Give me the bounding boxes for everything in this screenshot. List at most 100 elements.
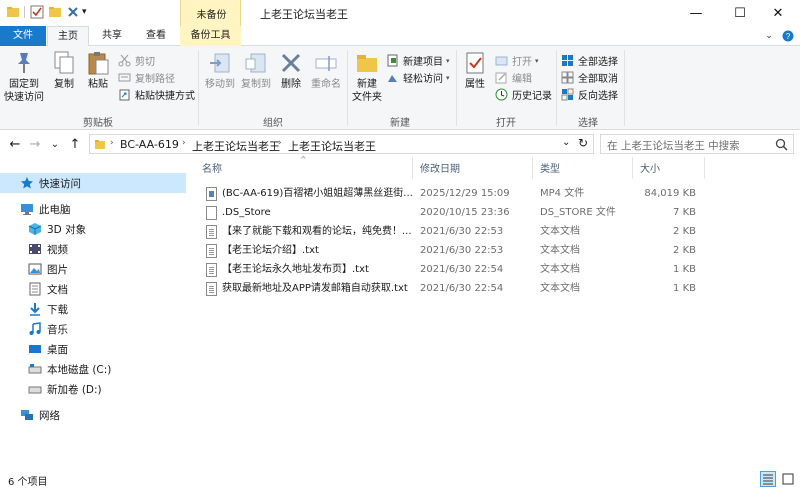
refresh-button[interactable]: ↻ [578,136,588,150]
paste-shortcut-button[interactable]: 粘贴快捷方式 [118,86,195,103]
rename-button[interactable]: 重命名 [308,50,344,91]
breadcrumb-separator-icon: › [110,138,114,148]
paste-button[interactable]: 粘贴 [82,50,114,91]
nav-item-network[interactable]: 网络 [0,405,186,425]
copy-to-button[interactable]: 复制到 [238,50,274,91]
network-icon [20,408,34,422]
move-to-button[interactable]: 移动到 [202,50,238,91]
table-row[interactable]: 【老王论坛永久地址发布页】.txt 2021/6/30 22:54 文本文档 1… [200,261,790,279]
tab-share[interactable]: 共享 [92,26,132,46]
cut-label: 剪切 [135,57,155,68]
nav-item-documents[interactable]: 文档 [0,279,186,299]
edit-button[interactable]: 编辑 [495,69,532,86]
nav-item-quick-access[interactable]: 快速访问 [0,173,186,193]
cut-button[interactable]: 剪切 [118,52,155,69]
minimize-button[interactable]: — [674,0,718,26]
address-dropdown-button[interactable]: ⌄ [562,137,570,148]
dropdown-arrow-icon[interactable]: ▾ [82,5,96,19]
column-divider[interactable] [532,157,533,179]
table-row[interactable]: (BC-AA-619)百褶裙小姐姐超薄黑丝逛街... 2025/12/29 15… [200,185,790,203]
column-header-modified[interactable]: 修改日期 [420,162,460,184]
table-row[interactable]: 【来了就能下载和观看的论坛，纯免费！... 2021/6/30 22:53 文本… [200,223,790,241]
file-size: 7 KB [673,207,696,218]
new-item-button[interactable]: 新建项目 ▾ [386,52,450,69]
file-type: 文本文档 [540,245,580,256]
history-button[interactable]: 历史记录 [495,86,552,103]
checkmark-properties-icon[interactable] [30,5,44,19]
table-row[interactable]: 【老王论坛介绍】.txt 2021/6/30 22:53 文本文档 2 KB [200,242,790,260]
breadcrumb-item[interactable]: BC-AA-619 [120,138,179,151]
breadcrumb-item[interactable]: 上老王论坛当老王 [192,138,280,154]
tab-backup-tools[interactable]: 备份工具 [180,26,241,46]
recent-locations-button[interactable]: ⌄ [46,135,64,153]
column-divider[interactable] [412,157,413,179]
delete-x-icon[interactable] [66,5,80,19]
address-row: ← → ⌄ ↑ › BC-AA-619 › 上老王论坛当老王 › 上老王论坛当老… [0,131,800,157]
tab-view[interactable]: 查看 [136,26,176,46]
caret-down-icon: ▾ [446,73,450,82]
nav-item-3d-objects[interactable]: 3D 对象 [0,219,186,239]
table-row[interactable]: 获取最新地址及APP请发邮箱自动获取.txt 2021/6/30 22:54 文… [200,280,790,298]
address-bar[interactable]: › BC-AA-619 › 上老王论坛当老王 › 上老王论坛当老王 ⌄ ↻ [89,134,594,154]
file-type: DS_STORE 文件 [540,207,616,218]
edit-label: 编辑 [512,74,532,85]
forward-button[interactable]: → [26,135,44,153]
file-modified: 2021/6/30 22:54 [420,264,504,275]
breadcrumb-item[interactable]: 上老王论坛当老王 [288,138,376,154]
close-button[interactable]: ✕ [756,0,800,26]
tab-home[interactable]: 主页 [47,26,89,47]
file-name: .DS_Store [222,207,271,218]
up-button[interactable]: ↑ [66,135,84,153]
tab-file[interactable]: 文件 [0,26,46,46]
select-group-label: 选择 [578,118,598,129]
easy-access-button[interactable]: 轻松访问 ▾ [386,69,450,86]
status-bar: 6 个项目 [0,467,800,490]
properties-button[interactable]: 属性 [460,50,490,91]
nav-item-drive-d[interactable]: 新加卷 (D:) [0,379,186,399]
pin-to-quick-access-button[interactable]: 固定到 快速访问 [4,50,44,104]
column-divider[interactable] [704,157,705,179]
nav-item-pictures[interactable]: 图片 [0,259,186,279]
invert-selection-button[interactable]: 反向选择 [561,86,618,103]
nav-item-music[interactable]: 音乐 [0,319,186,339]
open-button[interactable]: 打开 ▾ [495,52,539,69]
nav-item-videos[interactable]: 视频 [0,239,186,259]
scissors-icon [118,54,131,67]
copy-button[interactable]: 复制 [48,50,80,91]
table-row[interactable]: .DS_Store 2020/10/15 23:36 DS_STORE 文件 7… [200,204,790,222]
file-size: 2 KB [673,226,696,237]
select-none-button[interactable]: 全部取消 [561,69,618,86]
new-folder-icon[interactable] [48,5,62,19]
nav-item-this-pc[interactable]: 此电脑 [0,199,186,219]
help-icon[interactable]: ? [781,29,795,43]
nav-item-downloads[interactable]: 下载 [0,299,186,319]
desktop-icon [28,342,42,356]
back-button[interactable]: ← [6,135,24,153]
ribbon: 固定到 快速访问 复制 粘贴 剪切 复制路径 粘贴快捷方式 剪贴板 移动到 复制… [0,46,800,130]
nav-item-desktop[interactable]: 桌面 [0,339,186,359]
new-folder-button[interactable]: 新建 文件夹 [350,50,384,104]
delete-button[interactable]: 删除 [276,50,306,91]
copy-path-button[interactable]: 复制路径 [118,69,175,86]
edit-icon [495,71,508,84]
large-icons-view-button[interactable] [780,471,796,487]
folder-icon[interactable] [6,5,20,19]
properties-label: 属性 [465,79,485,90]
nav-item-drive-c[interactable]: 本地磁盘 (C:) [0,359,186,379]
column-header-name[interactable]: 名称 [202,162,222,184]
group-separator [198,50,199,126]
file-name: 获取最新地址及APP请发邮箱自动获取.txt [222,283,408,294]
column-header-type[interactable]: 类型 [540,162,560,184]
search-input[interactable]: 在 上老王论坛当老王 中搜索 [600,134,794,154]
caret-down-icon: ▾ [446,56,450,65]
column-divider[interactable] [632,157,633,179]
collapse-ribbon-icon[interactable]: ⌄ [762,29,776,43]
select-all-button[interactable]: 全部选择 [561,52,618,69]
details-view-button[interactable] [760,471,776,487]
nav-item-label: 视频 [47,243,68,256]
search-icon[interactable] [775,138,788,151]
column-header-size[interactable]: 大小 [640,162,660,184]
paste-shortcut-label: 粘贴快捷方式 [135,91,195,102]
nav-item-label: 3D 对象 [47,223,87,236]
drive-d-icon [28,382,42,396]
